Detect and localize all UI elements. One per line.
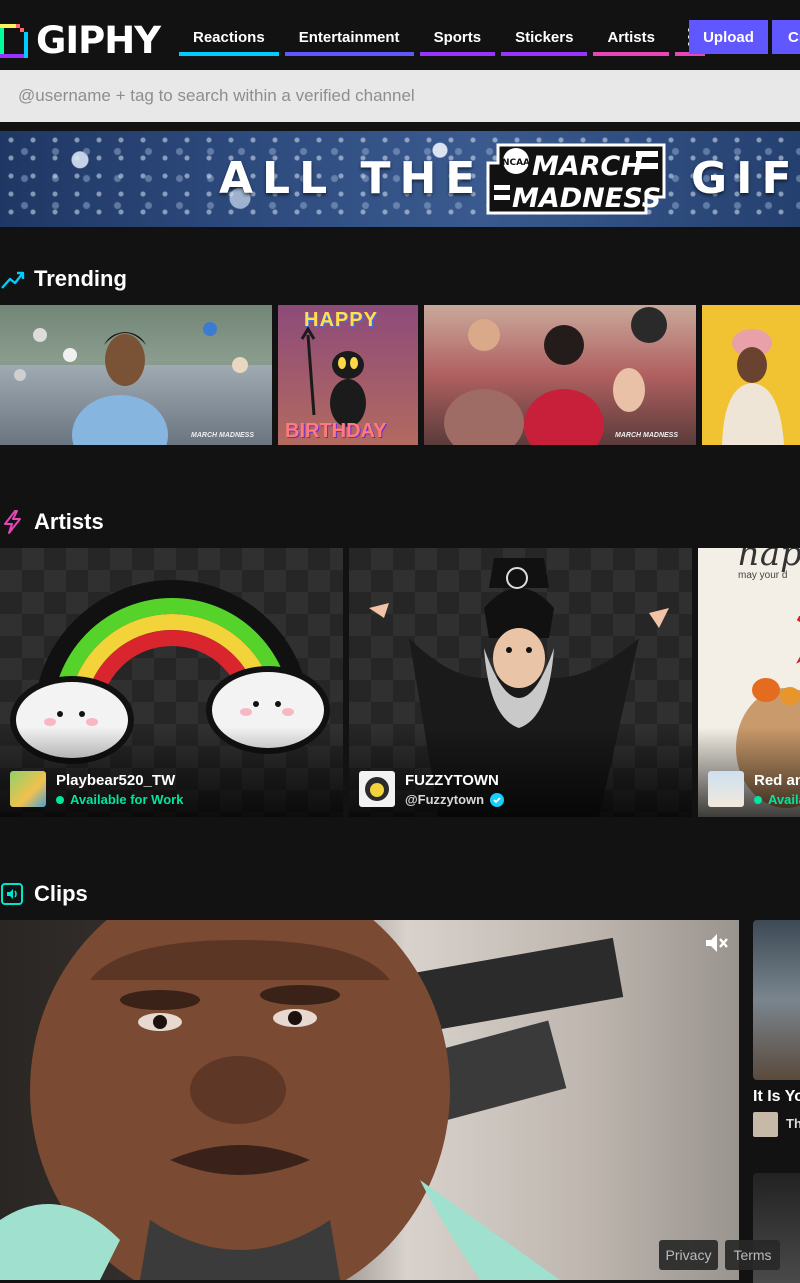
artists-section-header[interactable]: Artists — [0, 509, 104, 535]
giphy-logo[interactable]: GIPHY — [0, 18, 161, 62]
artist-card-red-an[interactable]: happy may your d Red an Availa — [698, 548, 800, 817]
privacy-link[interactable]: Privacy — [659, 1240, 718, 1270]
lion-avatar-icon — [365, 777, 389, 801]
artist-availability: Available for Work — [56, 792, 183, 807]
artist-avatar — [10, 771, 46, 807]
birthday-line-birthday: BIRTHDAY — [285, 420, 387, 442]
artist-handle-row: @Fuzzytown — [405, 792, 505, 807]
availability-label: Available for Work — [70, 792, 184, 807]
search-bar — [0, 70, 800, 122]
trending-gif-happy-birthday[interactable]: HAPPY BIRTHDAY — [278, 305, 418, 445]
artist-availability: Availa — [754, 792, 800, 807]
giphy-logo-mark-icon — [0, 22, 28, 58]
trending-icon — [1, 271, 25, 289]
march-madness-banner[interactable]: ALL THE NCAA MARCH MADNESS GIFS — [0, 131, 800, 227]
clip-side-title[interactable]: It Is Yo — [753, 1088, 800, 1106]
trending-gif-basketball-player[interactable]: MARCH MADNESS — [0, 305, 272, 445]
nav-item-reactions[interactable]: Reactions — [179, 22, 279, 56]
trending-tile-watermark: MARCH MADNESS — [615, 432, 678, 439]
lightning-icon — [4, 510, 21, 534]
artist-avatar — [708, 771, 744, 807]
nav-item-stickers[interactable]: Stickers — [501, 22, 588, 56]
upload-button[interactable]: Upload — [689, 20, 768, 54]
svg-text:NCAA: NCAA — [502, 158, 530, 168]
artist-card-footer — [349, 727, 692, 817]
trending-gif-fans-cheering[interactable]: MARCH MADNESS — [424, 305, 696, 445]
gif-preview-image — [444, 307, 667, 445]
march-madness-logo-icon: NCAA MARCH MADNESS — [486, 143, 666, 215]
banner-right-text: GIFS — [691, 153, 800, 204]
main-nav: Reactions Entertainment Sports Stickers … — [179, 22, 705, 56]
nav-item-artists[interactable]: Artists — [593, 22, 669, 56]
trending-gif-person-yellow[interactable] — [702, 305, 800, 445]
artist-name: FUZZYTOWN — [405, 772, 499, 789]
trending-section-header[interactable]: Trending — [0, 266, 127, 292]
clip-video-main[interactable] — [0, 920, 739, 1280]
nav-item-entertainment[interactable]: Entertainment — [284, 22, 414, 56]
trending-title: Trending — [34, 266, 127, 291]
gif-preview-image — [722, 329, 784, 445]
terms-link[interactable]: Terms — [725, 1240, 780, 1270]
clips-section-header[interactable]: Clips — [0, 881, 88, 907]
search-input[interactable] — [0, 70, 800, 122]
artist-name: Playbear520_TW — [56, 772, 176, 789]
top-header: GIPHY Reactions Entertainment Sports Sti… — [0, 0, 800, 74]
svg-text:MARCH: MARCH — [532, 151, 643, 182]
speaker-icon — [1, 883, 23, 905]
availability-label: Availa — [768, 792, 800, 807]
trending-tile-watermark: MARCH MADNESS — [191, 432, 254, 439]
clip-side-thumbnail[interactable] — [753, 920, 800, 1080]
available-dot-icon — [56, 795, 64, 804]
artist-card-playbear[interactable]: Playbear520_TW Available for Work — [0, 548, 343, 817]
gif-preview-image — [0, 305, 272, 445]
available-dot-icon — [754, 795, 762, 804]
artist-avatar — [359, 771, 395, 807]
giphy-wordmark: GIPHY — [36, 18, 161, 62]
artist-name: Red an — [754, 772, 800, 789]
svg-text:MADNESS: MADNESS — [512, 183, 661, 214]
artists-title: Artists — [34, 509, 104, 534]
artist-handle: @Fuzzytown — [405, 792, 485, 807]
nav-item-sports[interactable]: Sports — [419, 22, 496, 56]
clip-side-avatar — [753, 1112, 778, 1137]
clip-video-frame — [0, 920, 624, 1280]
banner-left-text: ALL THE — [219, 153, 485, 204]
mute-icon[interactable] — [704, 932, 728, 954]
verified-badge-icon — [490, 792, 505, 807]
clips-title: Clips — [34, 881, 88, 906]
artist-card-fuzzytown[interactable]: FUZZYTOWN @Fuzzytown — [349, 548, 692, 817]
clip-side-username[interactable]: Th — [786, 1116, 800, 1131]
create-button[interactable]: Cr — [772, 20, 800, 54]
